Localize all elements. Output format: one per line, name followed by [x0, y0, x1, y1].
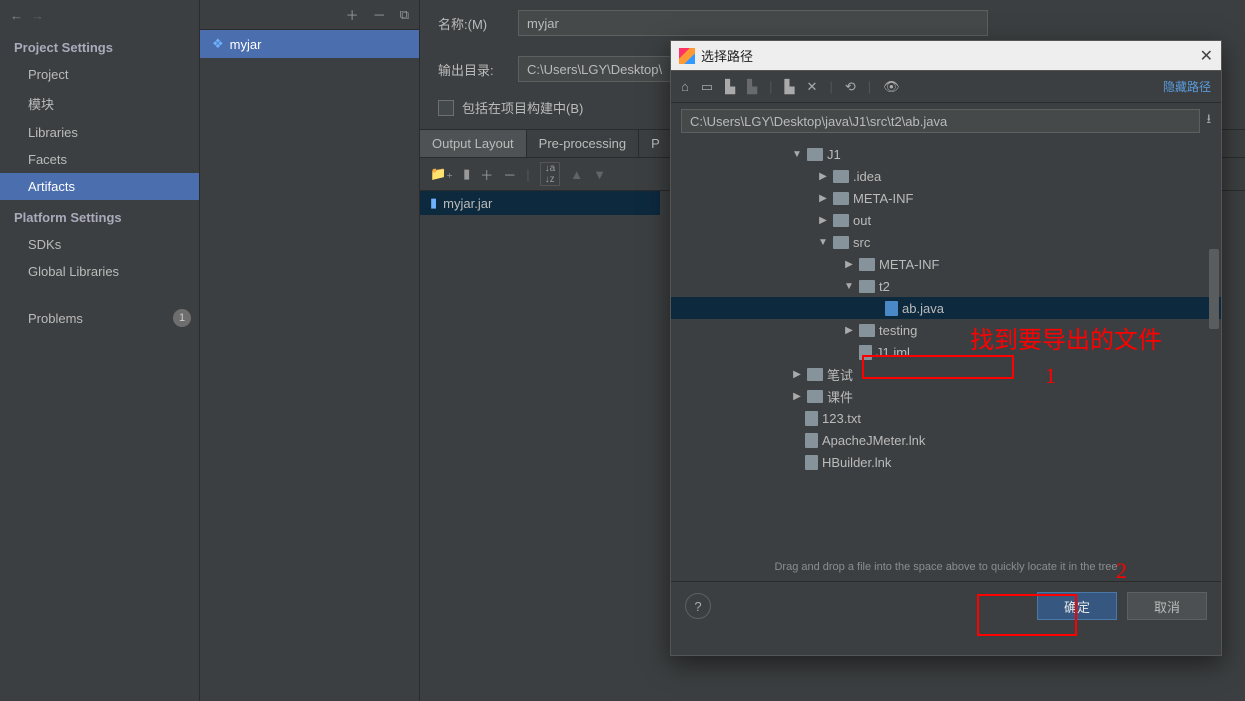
cancel-button[interactable]: 取消 [1127, 592, 1207, 620]
nav-modules[interactable]: 模块 [0, 88, 199, 119]
layout-jar-label: myjar.jar [443, 196, 492, 211]
down-icon[interactable]: ▼ [593, 167, 606, 182]
select-path-dialog: 选择路径 ✕ ⌂ ▭ ▙ ▙ | ▙ ✕ | ⟲ | 👁 隐藏路径 ⭳ ▼J1 … [670, 40, 1222, 656]
folder-icon [807, 390, 823, 403]
tree-idea: .idea [853, 169, 881, 184]
problems-badge: 1 [173, 309, 191, 327]
new-folder-icon-2[interactable]: ▙ [785, 79, 795, 95]
nav-libraries[interactable]: Libraries [0, 119, 199, 146]
remove-icon[interactable]: － [373, 5, 386, 24]
add-copy-icon[interactable]: ＋ [480, 165, 493, 184]
nav-project[interactable]: Project [0, 61, 199, 88]
java-file-icon [885, 301, 898, 316]
include-build-checkbox[interactable] [438, 100, 454, 116]
archive-icon[interactable]: ▮ [463, 166, 470, 182]
help-button[interactable]: ? [685, 593, 711, 619]
tree-t2: t2 [879, 279, 890, 294]
artifact-item-myjar[interactable]: ❖ myjar [200, 30, 419, 58]
tree-jmeter: ApacheJMeter.lnk [822, 433, 925, 448]
desktop-icon[interactable]: ▭ [701, 79, 713, 95]
tree-metainf: META-INF [853, 191, 913, 206]
forward-icon[interactable]: → [31, 8, 44, 23]
folder-icon [833, 192, 849, 205]
layout-jar-entry[interactable]: ▮ myjar.jar [420, 191, 660, 215]
tab-preprocessing[interactable]: Pre-processing [527, 130, 639, 157]
name-label: 名称:(M) [438, 14, 508, 33]
tree-bishi: 笔试 [827, 365, 853, 384]
nav-sdks[interactable]: SDKs [0, 231, 199, 258]
jar-icon-2: ▮ [430, 195, 437, 211]
path-input[interactable] [681, 109, 1200, 133]
file-tree[interactable]: ▼J1 ▶.idea ▶META-INF ▶out ▼src ▶META-INF… [671, 139, 1221, 559]
tree-metainf2: META-INF [879, 257, 939, 272]
file-icon [805, 411, 818, 426]
tree-row-selected: ab.java [671, 297, 1221, 319]
copy-icon[interactable]: ⧉ [400, 7, 409, 23]
include-build-label: 包括在项目构建中(B) [462, 98, 583, 117]
output-label: 输出目录: [438, 60, 508, 79]
tree-j1: J1 [827, 147, 841, 162]
home-icon[interactable]: ⌂ [681, 79, 689, 94]
section-platform-settings: Platform Settings [0, 200, 199, 231]
close-icon[interactable]: ✕ [1200, 46, 1213, 66]
dialog-title: 选择路径 [701, 46, 753, 65]
intellij-icon [679, 48, 695, 64]
folder-icon [833, 214, 849, 227]
ok-button[interactable]: 确定 [1037, 592, 1117, 620]
tree-abjava: ab.java [902, 301, 944, 316]
output-input[interactable] [518, 56, 678, 82]
folder-icon [807, 368, 823, 381]
folder-icon [833, 236, 849, 249]
up-icon[interactable]: ▲ [570, 167, 583, 182]
artifact-list-panel: ＋ － ⧉ ❖ myjar [200, 0, 420, 701]
add-icon[interactable]: ＋ [346, 5, 359, 24]
folder-icon [833, 170, 849, 183]
tree-scrollbar[interactable] [1209, 249, 1219, 329]
back-icon[interactable]: ← [10, 8, 23, 23]
folder-icon [859, 280, 875, 293]
section-project-settings: Project Settings [0, 30, 199, 61]
sort-icon[interactable]: ↓a↓z [540, 162, 561, 186]
tree-hbuilder: HBuilder.lnk [822, 455, 891, 470]
tree-out: out [853, 213, 871, 228]
nav-facets[interactable]: Facets [0, 146, 199, 173]
tree-txt: 123.txt [822, 411, 861, 426]
delete-icon[interactable]: ✕ [807, 79, 818, 95]
file-icon [805, 455, 818, 470]
module-icon[interactable]: ▙ [747, 79, 757, 95]
folder-icon [807, 148, 823, 161]
sidebar: ← → Project Settings Project 模块 Librarie… [0, 0, 200, 701]
problems-label: Problems [28, 311, 83, 326]
tree-j1iml: J1.iml [876, 345, 910, 360]
folder-icon [859, 258, 875, 271]
download-icon[interactable]: ⭳ [1206, 110, 1211, 132]
tree-src: src [853, 235, 870, 250]
project-icon[interactable]: ▙ [725, 79, 735, 95]
tab-output-layout[interactable]: Output Layout [420, 130, 527, 157]
nav-artifacts[interactable]: Artifacts [0, 173, 199, 200]
tab-more[interactable]: P [639, 130, 673, 157]
hide-path-link[interactable]: 隐藏路径 [1163, 78, 1211, 95]
tree-testing: testing [879, 323, 917, 338]
jar-icon: ❖ [212, 36, 224, 52]
refresh-icon[interactable]: ⟲ [845, 79, 856, 95]
artifact-item-label: myjar [230, 37, 262, 52]
nav-global-libraries[interactable]: Global Libraries [0, 258, 199, 285]
show-hidden-icon[interactable]: 👁 [883, 79, 900, 95]
tree-kejian: 课件 [827, 387, 853, 406]
name-input[interactable] [518, 10, 988, 36]
drag-drop-hint: Drag and drop a file into the space abov… [671, 559, 1221, 581]
remove-icon-2[interactable]: － [503, 165, 516, 184]
file-icon [805, 433, 818, 448]
new-folder-icon[interactable]: 📁₊ [430, 166, 453, 182]
nav-problems[interactable]: Problems 1 [0, 303, 199, 333]
folder-icon [859, 324, 875, 337]
file-icon [859, 345, 872, 360]
